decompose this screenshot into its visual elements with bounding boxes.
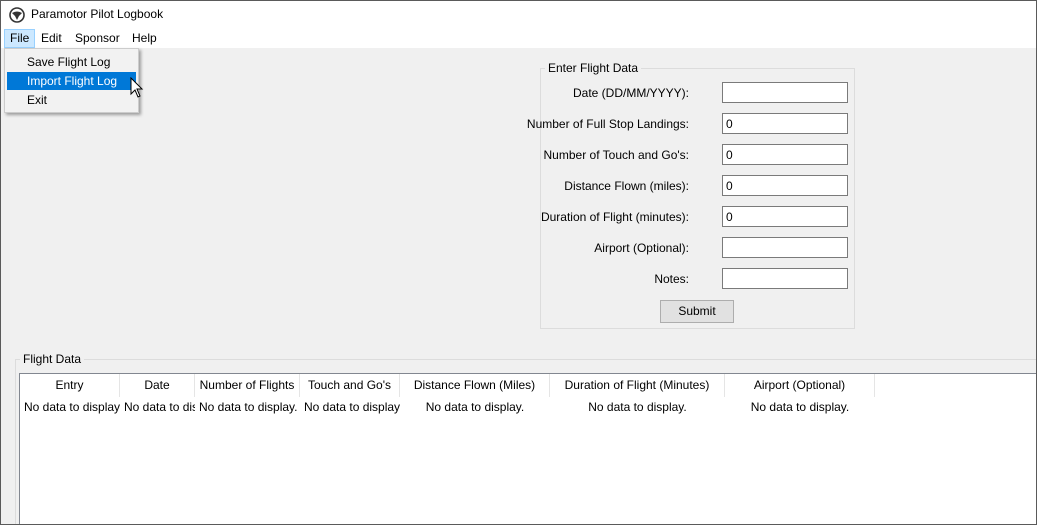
column-header-entry[interactable]: Entry <box>20 374 120 397</box>
notes-label: Notes: <box>654 272 689 286</box>
column-header-flight-duration[interactable]: Duration of Flight (Minutes) <box>550 374 725 397</box>
menu-file[interactable]: File <box>4 29 36 48</box>
paramotor-logo-icon <box>9 7 25 23</box>
table-cell-touch-and-gos[interactable]: No data to display. <box>300 397 400 417</box>
flight-duration-input[interactable] <box>722 206 848 227</box>
app-window: Paramotor Pilot Logbook File Edit Sponso… <box>0 0 1037 525</box>
notes-input[interactable] <box>722 268 848 289</box>
column-header-number-of-flights[interactable]: Number of Flights <box>195 374 300 397</box>
enter-flight-data-legend: Enter Flight Data <box>548 61 639 75</box>
flight-data-table[interactable]: Entry Date Number of Flights Touch and G… <box>19 373 1036 524</box>
table-cell-airport[interactable]: No data to display. <box>725 397 875 417</box>
table-cell-date[interactable]: No data to display. <box>120 397 195 417</box>
menu-help[interactable]: Help <box>126 29 163 48</box>
menu-item-save-flight-log[interactable]: Save Flight Log <box>7 53 136 71</box>
distance-flown-input[interactable] <box>722 175 848 196</box>
date-input[interactable] <box>722 82 848 103</box>
menu-edit[interactable]: Edit <box>35 29 68 48</box>
table-cell-flight-duration[interactable]: No data to display. <box>550 397 725 417</box>
column-header-distance-flown[interactable]: Distance Flown (Miles) <box>400 374 550 397</box>
table-cell-number-of-flights[interactable]: No data to display. <box>195 397 300 417</box>
flight-data-legend: Flight Data <box>23 352 82 366</box>
table-cell-distance-flown[interactable]: No data to display. <box>400 397 550 417</box>
column-header-date[interactable]: Date <box>120 374 195 397</box>
column-header-touch-and-gos[interactable]: Touch and Go's <box>300 374 400 397</box>
file-menu-dropdown: Save Flight Log Import Flight Log Exit <box>4 48 139 113</box>
menu-bar: File Edit Sponsor Help <box>1 29 1036 48</box>
full-stop-landings-label: Number of Full Stop Landings: <box>526 117 689 131</box>
airport-label: Airport (Optional): <box>594 241 689 255</box>
airport-input[interactable] <box>722 237 848 258</box>
title-bar[interactable]: Paramotor Pilot Logbook <box>1 1 1036 29</box>
menu-item-import-flight-log[interactable]: Import Flight Log <box>7 72 136 90</box>
date-label: Date (DD/MM/YYYY): <box>572 86 689 100</box>
full-stop-landings-input[interactable] <box>722 113 848 134</box>
menu-sponsor[interactable]: Sponsor <box>69 29 126 48</box>
distance-flown-label: Distance Flown (miles): <box>564 179 689 193</box>
flight-duration-label: Duration of Flight (minutes): <box>540 210 689 224</box>
mouse-pointer-icon <box>130 77 144 98</box>
window-title: Paramotor Pilot Logbook <box>31 7 164 21</box>
column-header-airport[interactable]: Airport (Optional) <box>725 374 875 397</box>
touch-and-gos-label: Number of Touch and Go's: <box>543 148 689 162</box>
touch-and-gos-input[interactable] <box>722 144 848 165</box>
table-cell-entry[interactable]: No data to display. <box>20 397 120 417</box>
submit-button[interactable]: Submit <box>660 300 734 323</box>
menu-item-exit[interactable]: Exit <box>7 91 136 109</box>
